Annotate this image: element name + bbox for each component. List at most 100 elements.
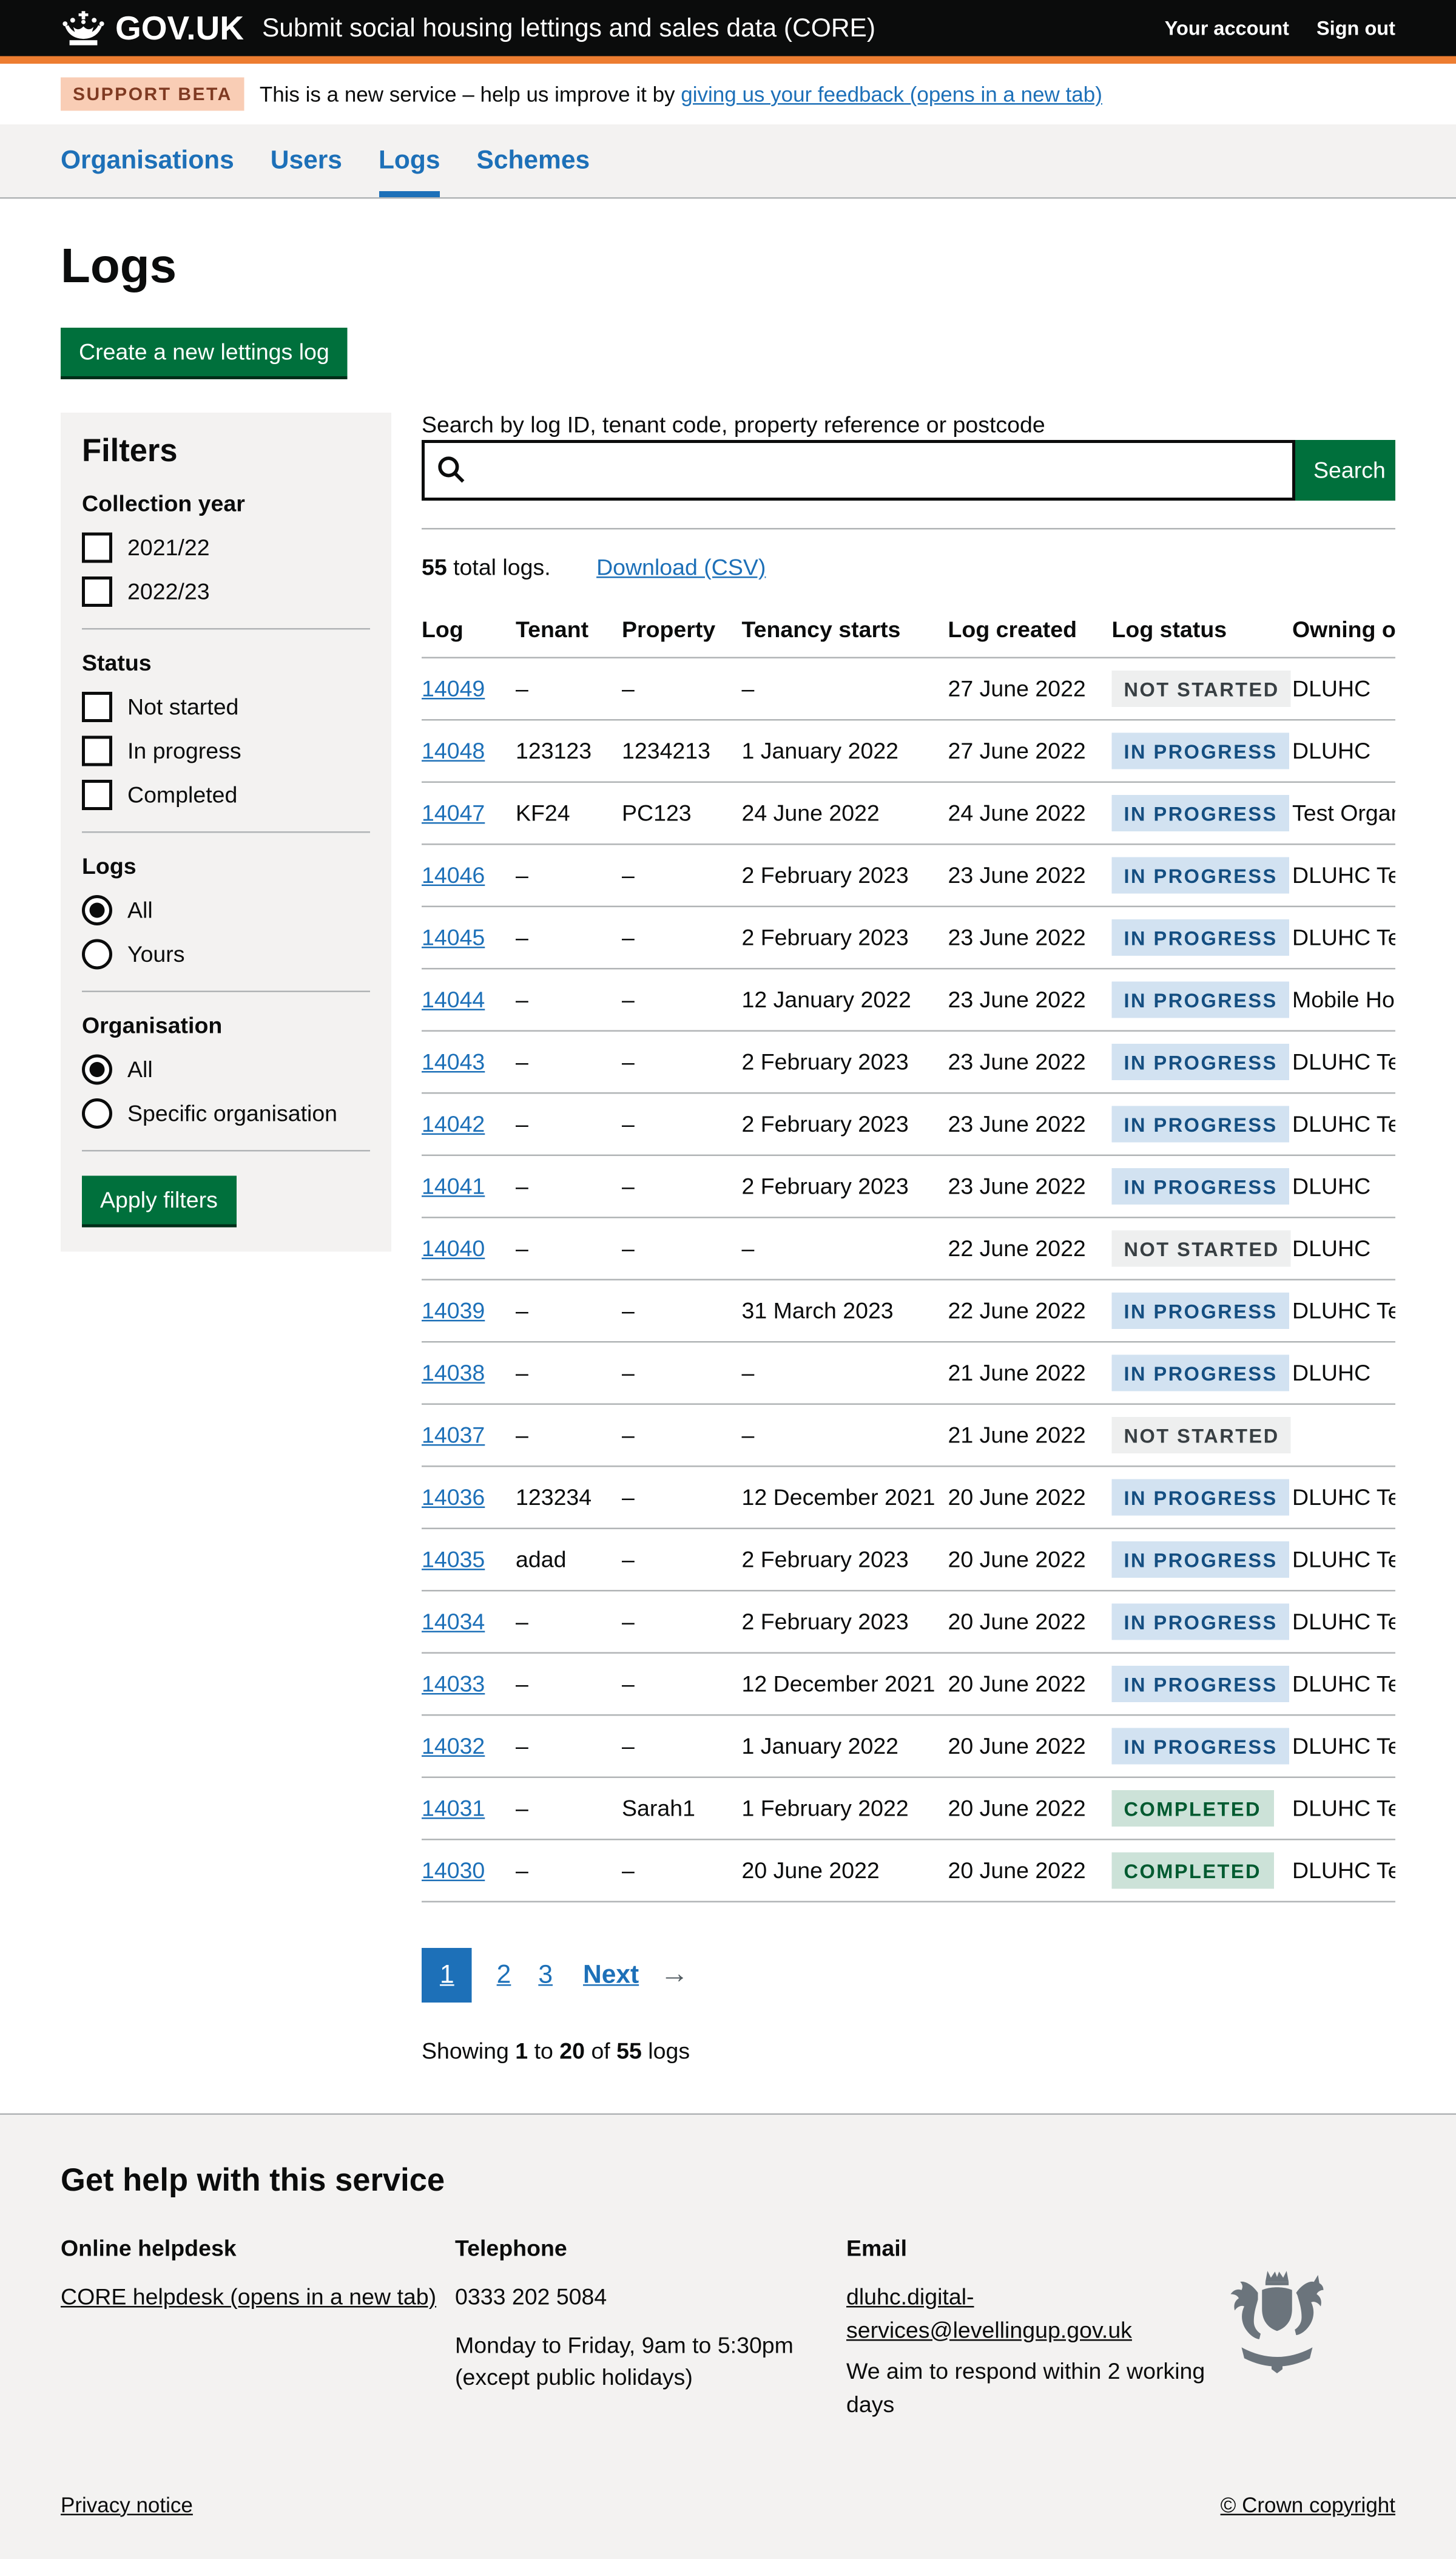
table-row: 14044––12 January 202223 June 2022IN PRO…: [422, 970, 1395, 1032]
log-id-link[interactable]: 14045: [422, 925, 485, 951]
status-badge: IN PROGRESS: [1112, 1666, 1290, 1702]
tenant-cell: –: [516, 913, 622, 963]
option-label: 2022/23: [127, 579, 210, 605]
checkbox-option[interactable]: Not started: [82, 692, 370, 722]
property-cell: –: [622, 850, 742, 901]
status-badge: IN PROGRESS: [1112, 1728, 1290, 1765]
radio-checked[interactable]: [82, 1055, 112, 1085]
search-button[interactable]: Search: [1295, 440, 1395, 501]
property-cell: –: [622, 1597, 742, 1647]
log-id-link[interactable]: 14046: [422, 862, 485, 888]
radio-option[interactable]: All: [82, 895, 370, 925]
log-id-link[interactable]: 14039: [422, 1298, 485, 1324]
nav-item-schemes[interactable]: Schemes: [476, 146, 590, 197]
footer-email-column: Email dluhc.digital-services@levellingup…: [846, 2233, 1210, 2422]
pagination-page-link[interactable]: 3: [535, 1948, 556, 2003]
nav-item-users[interactable]: Users: [271, 146, 342, 197]
radio-unchecked[interactable]: [82, 1098, 112, 1129]
summary-suffix: logs: [642, 2039, 690, 2065]
log-id-link[interactable]: 14043: [422, 1049, 485, 1075]
log-id-link[interactable]: 14031: [422, 1796, 485, 1822]
pagination-page-link[interactable]: 2: [494, 1948, 514, 2003]
apply-filters-button[interactable]: Apply filters: [82, 1176, 236, 1225]
tenant-cell: –: [516, 1037, 622, 1087]
log-id-link[interactable]: 14034: [422, 1609, 485, 1635]
nav-item-organisations[interactable]: Organisations: [61, 146, 234, 197]
checkbox-unchecked[interactable]: [82, 736, 112, 766]
core-helpdesk-link[interactable]: CORE helpdesk (opens in a new tab): [61, 2284, 436, 2310]
radio-unchecked[interactable]: [82, 939, 112, 970]
checkbox-unchecked[interactable]: [82, 780, 112, 810]
log-id-link[interactable]: 14044: [422, 987, 485, 1013]
privacy-notice-link[interactable]: Privacy notice: [61, 2492, 193, 2517]
log-id-link[interactable]: 14036: [422, 1484, 485, 1510]
pagination-current-page[interactable]: 1: [422, 1948, 473, 2003]
checkbox-option[interactable]: In progress: [82, 736, 370, 766]
log-id-cell: 14035: [422, 1535, 516, 1585]
log-created-cell: 22 June 2022: [948, 1223, 1112, 1274]
log-id-link[interactable]: 14048: [422, 738, 485, 764]
sign-out-link[interactable]: Sign out: [1316, 17, 1395, 40]
crown-copyright-link[interactable]: © Crown copyright: [1221, 2492, 1395, 2517]
property-cell: –: [622, 1845, 742, 1896]
checkbox-option[interactable]: 2022/23: [82, 576, 370, 607]
radio-option[interactable]: All: [82, 1055, 370, 1085]
tenancy-starts-cell: 2 February 2023: [742, 850, 948, 901]
log-created-cell: 20 June 2022: [948, 1597, 1112, 1647]
email-link[interactable]: dluhc.digital-services@levellingup.gov.u…: [846, 2284, 1132, 2343]
log-id-link[interactable]: 14049: [422, 676, 485, 702]
search-label: Search by log ID, tenant code, property …: [422, 413, 1045, 439]
log-id-link[interactable]: 14041: [422, 1174, 485, 1200]
tenant-cell: KF24: [516, 788, 622, 839]
log-id-link[interactable]: 14035: [422, 1547, 485, 1573]
log-id-link[interactable]: 14038: [422, 1360, 485, 1386]
log-id-link[interactable]: 14042: [422, 1111, 485, 1137]
nav-item-logs[interactable]: Logs: [379, 146, 440, 197]
log-id-link[interactable]: 14030: [422, 1858, 485, 1884]
your-account-link[interactable]: Your account: [1165, 17, 1289, 40]
log-id-cell: 14048: [422, 726, 516, 776]
option-label: 2021/22: [127, 535, 210, 561]
checkbox-unchecked[interactable]: [82, 576, 112, 607]
pagination-next-link[interactable]: Next: [583, 1960, 639, 1990]
log-id-link[interactable]: 14037: [422, 1422, 485, 1449]
log-id-cell: 14039: [422, 1286, 516, 1336]
radio-checked[interactable]: [82, 895, 112, 925]
table-row: 14040–––22 June 2022NOT STARTEDDLUHC: [422, 1219, 1395, 1281]
log-id-link[interactable]: 14040: [422, 1236, 485, 1262]
feedback-link[interactable]: giving us your feedback (opens in a new …: [681, 82, 1102, 106]
tenant-cell: 123123: [516, 726, 622, 776]
owning-cell: DLUHC: [1292, 664, 1395, 714]
create-lettings-log-button[interactable]: Create a new lettings log: [61, 328, 348, 376]
tenant-cell: –: [516, 1410, 622, 1461]
service-name[interactable]: Submit social housing lettings and sales…: [262, 13, 875, 43]
govuk-header: GOV.UK Submit social housing lettings an…: [0, 0, 1456, 64]
log-id-link[interactable]: 14047: [422, 800, 485, 827]
status-badge: IN PROGRESS: [1112, 982, 1290, 1018]
checkbox-unchecked[interactable]: [82, 533, 112, 563]
property-cell: –: [622, 913, 742, 963]
checkbox-option[interactable]: 2021/22: [82, 533, 370, 563]
column-header: Property: [622, 604, 742, 655]
option-label: All: [127, 1056, 153, 1083]
checkbox-option[interactable]: Completed: [82, 780, 370, 810]
summary-of-word: of: [585, 2039, 616, 2065]
phase-banner-text: This is a new service – help us improve …: [260, 82, 1102, 106]
log-id-cell: 14034: [422, 1597, 516, 1647]
download-csv-link[interactable]: Download (CSV): [596, 555, 766, 581]
log-id-link[interactable]: 14032: [422, 1733, 485, 1759]
tenancy-starts-cell: 2 February 2023: [742, 1037, 948, 1087]
tenancy-starts-cell: 31 March 2023: [742, 1286, 948, 1336]
table-row: 14045––2 February 202323 June 2022IN PRO…: [422, 907, 1395, 970]
govuk-logo[interactable]: GOV.UK: [61, 8, 244, 48]
telephone-number: 0333 202 5084: [455, 2281, 846, 2314]
property-cell: 1234213: [622, 726, 742, 776]
property-cell: –: [622, 1348, 742, 1398]
search-input[interactable]: [422, 440, 1295, 501]
log-id-link[interactable]: 14033: [422, 1671, 485, 1697]
checkbox-unchecked[interactable]: [82, 692, 112, 722]
log-created-cell: 20 June 2022: [948, 1721, 1112, 1771]
radio-option[interactable]: Specific organisation: [82, 1098, 370, 1129]
log-id-cell: 14047: [422, 788, 516, 839]
radio-option[interactable]: Yours: [82, 939, 370, 970]
